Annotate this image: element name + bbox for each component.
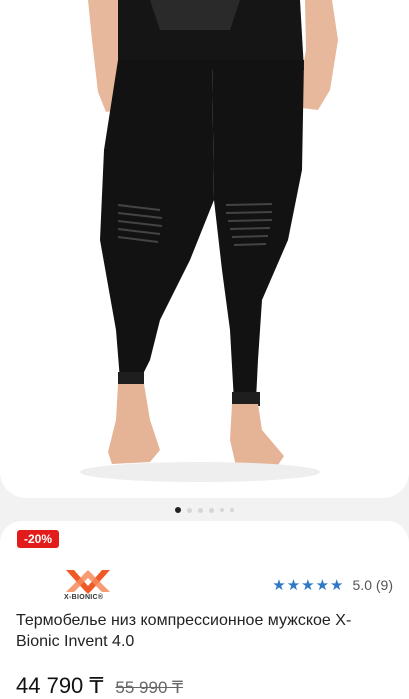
- old-price: 55 990 ₸: [115, 678, 183, 697]
- rating-stars-icon: ★★★★★: [272, 577, 345, 594]
- brand-logo-text: X-BIONIC®: [64, 594, 104, 601]
- pagination-dot[interactable]: [209, 507, 214, 513]
- gallery-pagination[interactable]: [0, 505, 409, 515]
- product-image-gallery[interactable]: [0, 0, 409, 498]
- pagination-dot[interactable]: [230, 508, 234, 512]
- rating-value: 5.0 (9): [352, 577, 393, 593]
- pagination-dot[interactable]: [187, 507, 192, 513]
- pagination-dot[interactable]: [220, 508, 224, 512]
- pagination-dot[interactable]: [175, 507, 181, 513]
- product-photo: [80, 0, 338, 482]
- pagination-dot[interactable]: [198, 507, 203, 513]
- discount-badge: -20%: [17, 530, 60, 548]
- product-title: Термобелье низ компрессионное мужское X-…: [16, 612, 352, 650]
- price-row: 44 790 ₸ 55 990 ₸: [16, 673, 183, 699]
- product-rating[interactable]: ★★★★★ 5.0 (9): [272, 576, 393, 594]
- current-price: 44 790 ₸: [16, 673, 104, 698]
